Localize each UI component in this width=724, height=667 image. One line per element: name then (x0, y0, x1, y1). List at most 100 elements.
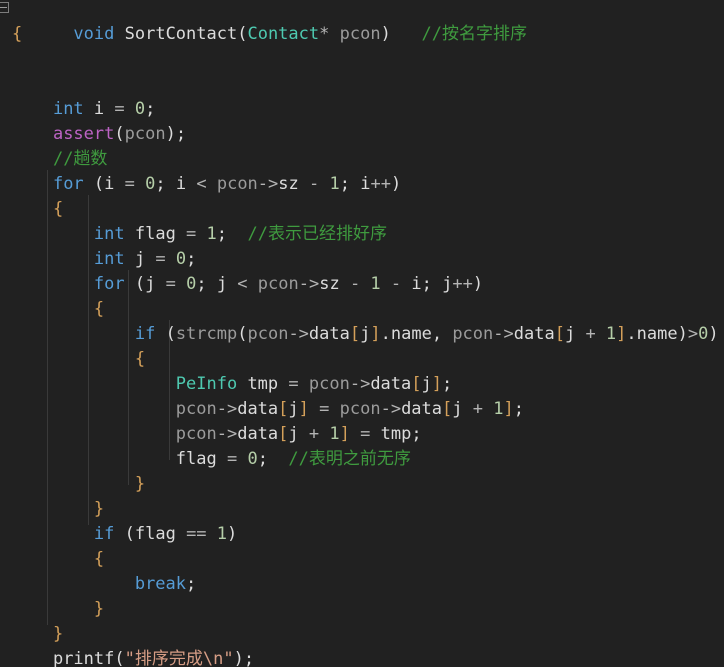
code-line[interactable]: } (0, 497, 724, 522)
token-member-data: data (237, 399, 279, 419)
token-param-pcon: pcon (175, 399, 217, 419)
code-line[interactable]: printf("排序完成\n"); (0, 647, 724, 667)
token-var-flag: flag (134, 524, 176, 544)
token-bracket-close: ] (370, 324, 381, 344)
token-arrow: -> (380, 399, 402, 419)
token-gap (391, 24, 422, 44)
code-line[interactable]: assert(pcon); (0, 122, 724, 147)
token-semicolon: ; (243, 649, 255, 667)
code-line[interactable]: if (flag == 1) (0, 522, 724, 547)
collapse-box-icon[interactable] (0, 2, 9, 13)
token-var-j: j (134, 249, 146, 269)
token-keyword-for: for (52, 174, 84, 194)
code-line[interactable]: } (0, 622, 724, 647)
code-line-blank[interactable] (0, 47, 724, 72)
token-plus: + (575, 324, 606, 344)
code-line[interactable]: for (j = 0; j < pcon->sz - 1 - i; j++) (0, 272, 724, 297)
token-bracket-open: [ (411, 374, 422, 394)
token-semicolon: ; (155, 174, 176, 194)
token-member-data: data (308, 324, 350, 344)
token-paren-open: ( (237, 24, 248, 44)
token-semicolon: ; (257, 449, 268, 469)
token-equality: == (175, 524, 217, 544)
token-index-j: j (288, 424, 299, 444)
token-assign: = (155, 274, 187, 294)
token-member-sz: sz (319, 274, 340, 294)
code-line[interactable]: if (strcmp(pcon->data[j].name, pcon->dat… (0, 322, 724, 347)
code-editor-viewport[interactable]: void SortContact(Contact* pcon) //按名字排序 … (0, 0, 724, 667)
code-line[interactable]: { (0, 297, 724, 322)
token-paren-close: ) (708, 324, 719, 344)
token-paren-close: ) (677, 324, 688, 344)
token-less-than: < (186, 174, 217, 194)
code-line[interactable]: //趟数 (0, 147, 724, 172)
token-param-pcon: pcon (257, 274, 299, 294)
code-line[interactable]: int flag = 1; //表示已经排好序 (0, 222, 724, 247)
code-line[interactable]: void SortContact(Contact* pcon) //按名字排序 (0, 0, 724, 44)
token-param-pcon: pcon (124, 124, 166, 144)
code-line[interactable]: { (0, 197, 724, 222)
code-line[interactable]: pcon->data[j + 1] = tmp; (0, 422, 724, 447)
code-line[interactable]: { (0, 347, 724, 372)
code-line-blank[interactable] (0, 72, 724, 97)
token-number: 1 (329, 174, 340, 194)
token-arrow: -> (349, 374, 371, 394)
token-var-i: i (93, 99, 105, 119)
token-number: 0 (175, 249, 187, 269)
token-gap (268, 449, 288, 469)
token-increment: ++ (370, 174, 391, 194)
token-assign: = (278, 374, 309, 394)
token-field-name: name (636, 324, 678, 344)
token-assign: = (175, 224, 207, 244)
token-number: 0 (145, 174, 156, 194)
token-var-j: j (442, 274, 453, 294)
token-dot: . (626, 324, 637, 344)
token-semicolon: ; (513, 399, 524, 419)
code-lines-container[interactable]: void SortContact(Contact* pcon) //按名字排序 … (0, 0, 724, 667)
code-line[interactable]: int j = 0; (0, 247, 724, 272)
token-bracket-close: ] (298, 399, 309, 419)
code-line[interactable]: } (0, 597, 724, 622)
token-type-contact: Contact (247, 24, 320, 44)
token-assign: = (104, 99, 135, 119)
token-paren-open: ( (237, 324, 248, 344)
token-bracket-close: ] (339, 424, 350, 444)
token-number: 1 (605, 324, 617, 344)
code-line[interactable]: int i = 0; (0, 97, 724, 122)
token-member-data: data (237, 424, 279, 444)
token-keyword-if: if (134, 324, 156, 344)
token-keyword-if: if (93, 524, 115, 544)
token-bracket-close: ] (503, 399, 514, 419)
token-var-tmp: tmp (247, 374, 279, 394)
code-line[interactable]: PeInfo tmp = pcon->data[j]; (0, 372, 724, 397)
token-paren-close: ) (233, 649, 244, 667)
code-line[interactable]: flag = 0; //表明之前无序 (0, 447, 724, 472)
code-line[interactable]: pcon->data[j] = pcon->data[j + 1]; (0, 397, 724, 422)
code-line[interactable]: } (0, 472, 724, 497)
token-arrow: -> (288, 324, 309, 344)
token-comma: , (431, 324, 453, 344)
code-line[interactable]: { (0, 547, 724, 572)
token-index-j: j (288, 399, 299, 419)
token-semicolon: ; (411, 424, 422, 444)
code-line[interactable]: break; (0, 572, 724, 597)
token-semicolon: ; (421, 274, 443, 294)
token-dot: . (380, 324, 391, 344)
token-number: 1 (493, 399, 504, 419)
code-line[interactable]: for (i = 0; i < pcon->sz - 1; i++) (0, 172, 724, 197)
